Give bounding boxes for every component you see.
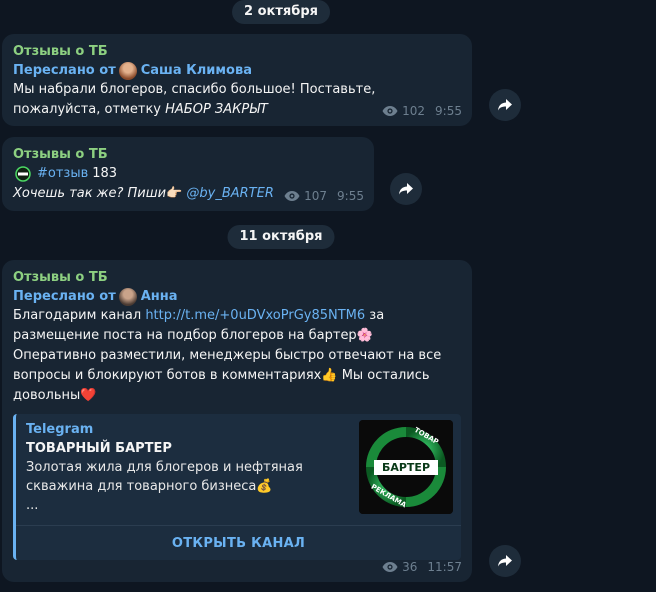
share-icon xyxy=(498,555,512,567)
sender-name[interactable]: Отзывы о ТБ xyxy=(13,146,363,164)
message-bubble[interactable]: Отзывы о ТБ Переслано от Саша Климова Мы… xyxy=(2,34,472,126)
forwarded-name[interactable]: Анна xyxy=(141,287,178,306)
message-meta: 102 9:55 xyxy=(382,104,462,118)
date-separator: 11 октября xyxy=(227,225,335,249)
forwarded-label: Переслано от xyxy=(13,63,116,78)
review-number: 183 xyxy=(92,166,118,181)
message-text-italic: НАБОР ЗАКРЫТ xyxy=(165,102,268,117)
share-icon xyxy=(399,183,413,195)
link-preview[interactable]: Telegram ТОВАРНЫЙ БАРТЕР Золотая жила дл… xyxy=(13,414,461,560)
message-text-before-link: Благодарим канал xyxy=(13,308,146,323)
view-count: 36 xyxy=(402,560,418,574)
pointing-emoji: 👉🏻 xyxy=(166,186,183,201)
share-button[interactable] xyxy=(489,545,521,577)
message-text: Благодарим канал http://t.me/+0uDVxoPrGy… xyxy=(13,306,453,406)
view-count: 107 xyxy=(304,189,328,203)
open-channel-button[interactable]: ОТКРЫТЬ КАНАЛ xyxy=(16,525,461,560)
forwarded-label: Переслано от xyxy=(13,289,116,304)
message-time: 9:55 xyxy=(435,104,462,118)
forwarded-header[interactable]: Переслано от Саша Климова xyxy=(13,61,461,80)
eye-icon xyxy=(382,562,398,572)
mention-link[interactable]: @by_BARTER xyxy=(186,186,273,201)
eye-icon xyxy=(284,191,300,201)
message-meta: 107 9:55 xyxy=(284,189,364,203)
share-button[interactable] xyxy=(390,173,422,205)
sender-name[interactable]: Отзывы о ТБ xyxy=(13,43,461,61)
share-button[interactable] xyxy=(489,89,521,121)
view-count: 102 xyxy=(402,104,426,118)
message-bubble[interactable]: Отзывы о ТБ Переслано от Анна Благодарим… xyxy=(2,260,472,582)
avatar xyxy=(118,61,137,80)
share-icon xyxy=(498,99,512,111)
sender-name[interactable]: Отзывы о ТБ xyxy=(13,269,461,287)
message-time: 9:55 xyxy=(337,189,364,203)
date-separator: 2 октября xyxy=(232,0,330,24)
preview-ellipsis: ... xyxy=(26,498,39,513)
forwarded-name[interactable]: Саша Климова xyxy=(141,61,252,80)
hashtag-line: #отзыв 183 xyxy=(13,164,363,184)
eye-icon xyxy=(382,106,398,116)
message-text-italic: Хочешь так же? Пиши xyxy=(13,186,167,201)
forwarded-header[interactable]: Переслано от Анна xyxy=(13,287,461,306)
avatar xyxy=(118,287,137,306)
message-time: 11:57 xyxy=(427,560,462,574)
message-meta: 36 11:57 xyxy=(382,560,462,574)
recycle-logo-icon xyxy=(15,166,31,182)
message-text: Мы набрали блогеров, спасибо большое! По… xyxy=(13,80,393,120)
preview-description: Золотая жила для блогеров и нефтяная скв… xyxy=(26,460,303,494)
hashtag-link[interactable]: #отзыв xyxy=(37,164,88,184)
preview-thumbnail: БАРТЕР ТОВАР РЕКЛАМА xyxy=(359,420,453,514)
thumb-text-mid: БАРТЕР xyxy=(381,461,431,474)
channel-link[interactable]: http://t.me/+0uDVxoPrGy85NTM6 xyxy=(145,308,365,323)
message-bubble[interactable]: Отзывы о ТБ #отзыв 183 Хочешь так же? Пи… xyxy=(2,137,374,211)
